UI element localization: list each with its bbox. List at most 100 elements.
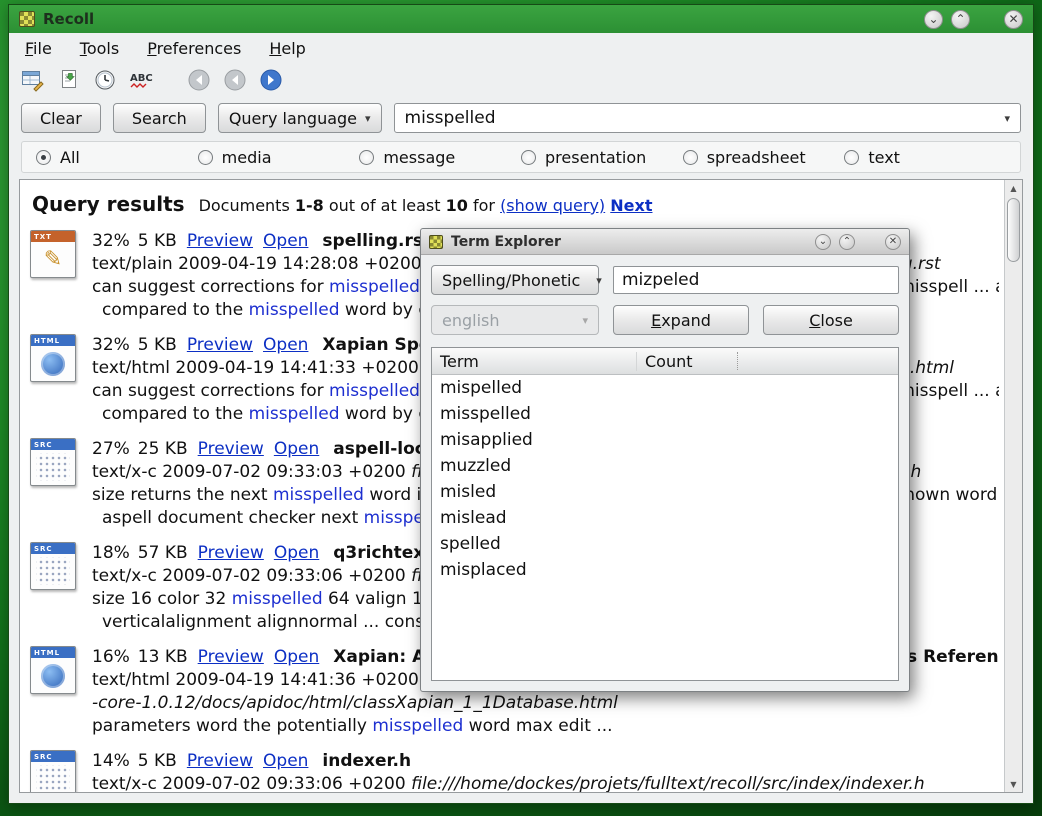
term-cell: muzzled (432, 456, 637, 476)
spellcheck-letters: ABC (130, 73, 153, 84)
open-link[interactable]: Open (274, 439, 319, 459)
filter-presentation[interactable]: presentation (521, 148, 683, 167)
relevance-percent: 18% (92, 543, 130, 563)
term-row[interactable]: muzzled (432, 453, 898, 479)
filter-label: text (868, 148, 900, 167)
scroll-up-icon[interactable]: ▲ (1005, 180, 1022, 196)
search-button[interactable]: Search (113, 103, 206, 133)
text-segment: misspelled (329, 277, 420, 297)
radio-icon[interactable] (521, 150, 536, 165)
term-row[interactable]: misled (432, 479, 898, 505)
term-explorer-titlebar[interactable]: Term Explorer ⌄ ⌃ ✕ (421, 229, 909, 255)
menu-tools[interactable]: Tools (80, 39, 119, 58)
radio-icon[interactable] (359, 150, 374, 165)
advanced-search-button[interactable] (19, 66, 47, 94)
src-glyph-icon (36, 453, 70, 481)
result-title: spelling.rst (322, 231, 431, 251)
menu-file[interactable]: File (25, 39, 52, 58)
update-index-button[interactable] (55, 66, 83, 94)
open-link[interactable]: Open (263, 335, 308, 355)
term-row[interactable]: mislead (432, 505, 898, 531)
shade-window-icon[interactable]: ⌄ (815, 234, 831, 250)
term-row[interactable]: spelled (432, 531, 898, 557)
radio-icon[interactable] (198, 150, 213, 165)
text-segment: misspelled (232, 589, 323, 609)
term-row[interactable]: misspelled (432, 401, 898, 427)
result-headline: 14%5 KBPreviewOpenindexer.h (92, 750, 925, 773)
preview-link[interactable]: Preview (187, 231, 253, 251)
preview-link[interactable]: Preview (187, 751, 253, 771)
column-header-term[interactable]: Term (432, 352, 637, 371)
shade-window-icon[interactable]: ⌄ (924, 10, 943, 29)
link[interactable]: (show query) (500, 196, 605, 215)
term-cell: misled (432, 482, 637, 502)
open-link[interactable]: Open (274, 647, 319, 667)
query-language-select[interactable]: Query language ▾ (218, 103, 382, 133)
preview-link[interactable]: Preview (198, 543, 264, 563)
chevron-down-icon: ▾ (365, 113, 371, 124)
file-icon-label: HTML (31, 335, 75, 346)
file-size: 5 KB (138, 335, 177, 355)
document-history-button[interactable] (91, 66, 119, 94)
chevron-down-icon: ▾ (1004, 113, 1010, 124)
term-row[interactable]: misplaced (432, 557, 898, 583)
close-window-icon[interactable]: ✕ (1004, 10, 1023, 29)
filter-spreadsheet[interactable]: spreadsheet (683, 148, 845, 167)
open-link[interactable]: Open (274, 543, 319, 563)
filter-message[interactable]: message (359, 148, 521, 167)
close-window-icon[interactable]: ✕ (885, 234, 901, 250)
term-input[interactable]: mizpeled (613, 266, 899, 294)
scroll-down-icon[interactable]: ▼ (1005, 776, 1022, 792)
arrow-left-icon (187, 68, 211, 92)
nav-first-page-button[interactable] (185, 66, 213, 94)
term-explorer-button[interactable]: ABC (127, 66, 155, 94)
unshade-window-icon[interactable]: ⌃ (951, 10, 970, 29)
column-header-count[interactable]: Count (637, 352, 693, 371)
result-text: 14%5 KBPreviewOpenindexer.htext/x-c 2009… (92, 750, 925, 792)
expansion-mode-select[interactable]: Spelling/Phonetic ▾ (431, 265, 599, 295)
radio-icon[interactable] (844, 150, 859, 165)
open-link[interactable]: Open (263, 751, 308, 771)
link[interactable]: Next (610, 196, 652, 215)
preview-link[interactable]: Preview (198, 647, 264, 667)
filter-media[interactable]: media (198, 148, 360, 167)
menu-help[interactable]: Help (269, 39, 305, 58)
query-language-value: Query language (229, 109, 357, 128)
query-input[interactable]: misspelled ▾ (394, 103, 1021, 133)
nav-previous-page-button[interactable] (221, 66, 249, 94)
nav-next-page-button[interactable] (257, 66, 285, 94)
text-segment: can suggest corrections for (92, 277, 329, 297)
open-link[interactable]: Open (263, 231, 308, 251)
close-button[interactable]: Close (763, 305, 899, 335)
results-scrollbar[interactable]: ▲ ▼ (1004, 180, 1022, 792)
preview-link[interactable]: Preview (198, 439, 264, 459)
text-segment: text/html 2009-04-19 14:41:33 +0200 (92, 358, 424, 378)
file-size: 13 KB (138, 647, 188, 667)
src-file-icon: SRC (30, 438, 76, 486)
term-table-header[interactable]: Term Count (432, 348, 898, 375)
toolbar: ABC (9, 63, 1033, 97)
text-segment: text/x-c 2009-07-02 09:33:06 +0200 (92, 774, 411, 792)
results-header: Query results Documents 1-8 out of at le… (20, 180, 1003, 224)
text-segment: compared to the (102, 300, 249, 320)
result-title: indexer.h (322, 751, 411, 771)
preview-link[interactable]: Preview (187, 335, 253, 355)
filter-label: message (383, 148, 455, 167)
html-file-icon: HTML (30, 334, 76, 382)
filter-all[interactable]: All (36, 148, 198, 167)
expand-button[interactable]: Expand (613, 305, 749, 335)
update-index-icon (57, 68, 81, 92)
file-icon-label: SRC (31, 751, 75, 762)
menu-preferences[interactable]: Preferences (147, 39, 241, 58)
term-row[interactable]: misapplied (432, 427, 898, 453)
file-icon-label: HTML (31, 647, 75, 658)
text-segment: size returns the next (92, 485, 273, 505)
term-row[interactable]: mispelled (432, 375, 898, 401)
filter-text[interactable]: text (844, 148, 1006, 167)
clear-button[interactable]: Clear (21, 103, 101, 133)
unshade-window-icon[interactable]: ⌃ (839, 234, 855, 250)
radio-icon[interactable] (36, 150, 51, 165)
titlebar[interactable]: Recoll ⌄ ⌃ ✕ (9, 5, 1033, 33)
scrollbar-thumb[interactable] (1007, 198, 1020, 262)
radio-icon[interactable] (683, 150, 698, 165)
